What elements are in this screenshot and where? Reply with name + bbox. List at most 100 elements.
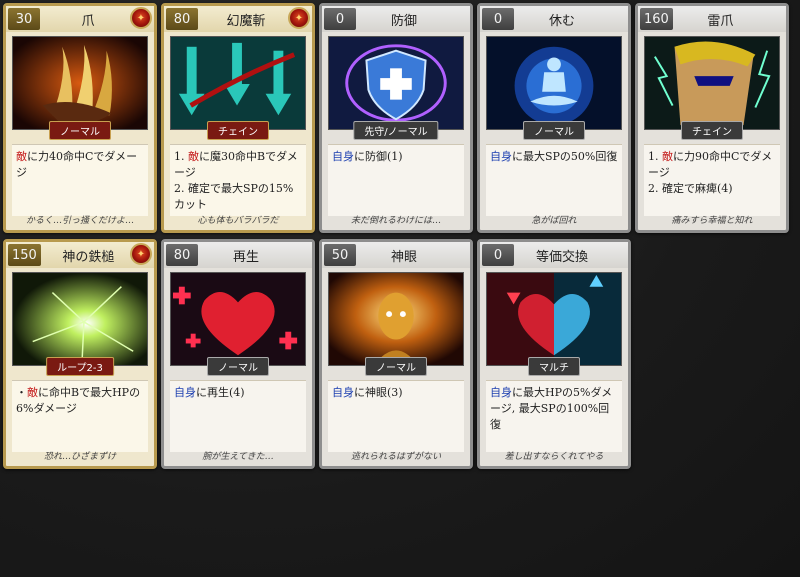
flavor-text: 急がば回れ (531, 216, 577, 226)
skill-card-equivalent-exchange[interactable]: 0 等価交換 マルチ 自身に最大HPの5%ダメージ, 最大SPの100%回復 差… (477, 239, 631, 469)
skill-type-tag: ノーマル (365, 357, 427, 376)
thunder-art (644, 36, 780, 130)
skill-type-tag: ノーマル (49, 121, 111, 140)
card-description: ・敵に命中Bで最大HPの6%ダメージ (12, 380, 148, 452)
desc-line: 自身に最大SPの50%回復 (490, 149, 618, 165)
effect-text: に力40命中Cでダメージ (16, 150, 138, 179)
desc-line: 敵に力40命中Cでダメージ (16, 149, 144, 181)
card-header: 0 等価交換 (480, 242, 628, 268)
effect-text: に最大SPの50%回復 (512, 150, 618, 163)
target-self: 自身 (490, 386, 512, 399)
card-header: 0 防御 (322, 6, 470, 32)
shield-art (328, 36, 464, 130)
meditation-art (486, 36, 622, 130)
emblem-icon: ✦ (130, 7, 152, 29)
skill-card-thunder-claw[interactable]: 160 雷爪 チェイン 1. 敵に力90命中Cでダメージ 2. 確定で麻痺(4)… (635, 3, 789, 233)
card-name: 雷爪 (707, 13, 734, 29)
target-self: 自身 (490, 150, 512, 163)
target-self: 自身 (174, 386, 196, 399)
cost-badge: 50 (324, 244, 356, 266)
effect-text: 2. 確定で麻痺(4) (648, 182, 733, 195)
skill-type-tag: チェイン (681, 121, 743, 140)
card-grid: 30 爪 ✦ ノーマル 敵に力40命中Cでダメージ かるく…引っ掻くだけよ… 8… (3, 3, 797, 473)
skill-card-regenerate[interactable]: 80 再生 ノーマル 自身に再生(4) 腕が生えてきた… (161, 239, 315, 469)
desc-line: 2. 確定で最大SPの15%カット (174, 181, 302, 213)
target-self: 自身 (332, 386, 354, 399)
desc-line: 自身に最大HPの5%ダメージ, 最大SPの100%回復 (490, 385, 618, 433)
flavor-text: 差し出すならくれてやる (504, 452, 604, 462)
hammer-art (12, 272, 148, 366)
card-name: 防御 (390, 13, 417, 29)
cost-badge: 160 (640, 8, 673, 30)
skill-card-rest[interactable]: 0 休む ノーマル 自身に最大SPの50%回復 急がば回れ (477, 3, 631, 233)
card-description: 自身に最大HPの5%ダメージ, 最大SPの100%回復 (486, 380, 622, 452)
flavor-text: 腕が生えてきた… (202, 452, 274, 462)
card-name: 休む (548, 13, 575, 29)
desc-line: 2. 確定で麻痺(4) (648, 181, 776, 197)
emblem-icon: ✦ (130, 243, 152, 265)
cost-badge: 0 (324, 8, 356, 30)
skill-type-tag: ループ2-3 (46, 357, 114, 376)
eye-art (328, 272, 464, 366)
effect-text: に再生(4) (196, 386, 245, 399)
desc-line: 自身に再生(4) (174, 385, 302, 401)
desc-line: 1. 敵に魔30命中Bでダメージ (174, 149, 302, 181)
card-description: 自身に神眼(3) (328, 380, 464, 452)
skill-card-phantom-slash[interactable]: 80 幻魔斬 ✦ チェイン 1. 敵に魔30命中Bでダメージ 2. 確定で最大S… (161, 3, 315, 233)
card-description: 1. 敵に魔30命中Bでダメージ 2. 確定で最大SPの15%カット (170, 144, 306, 216)
target-self: 自身 (332, 150, 354, 163)
flavor-text: 恐れ…ひざまずけ (43, 452, 116, 462)
card-description: 自身に防御(1) (328, 144, 464, 216)
cost-badge: 150 (8, 244, 41, 266)
flavor-text: かるく…引っ掻くだけよ… (25, 216, 134, 226)
card-header: 80 再生 (164, 242, 312, 268)
target-enemy: 敵 (16, 150, 27, 163)
flavor-text: 心も体もバラバラだ (197, 216, 279, 226)
skill-card-claw[interactable]: 30 爪 ✦ ノーマル 敵に力40命中Cでダメージ かるく…引っ掻くだけよ… (3, 3, 157, 233)
card-description: 1. 敵に力90命中Cでダメージ 2. 確定で麻痺(4) (644, 144, 780, 216)
effect-text: に防御(1) (354, 150, 403, 163)
desc-line: 自身に神眼(3) (332, 385, 460, 401)
claw-art (12, 36, 148, 130)
cost-badge: 30 (8, 8, 40, 30)
effect-text: に神眼(3) (354, 386, 403, 399)
card-name: 等価交換 (535, 249, 588, 265)
skill-type-tag: マルチ (528, 357, 580, 376)
flavor-text: 未だ倒れるわけには… (350, 216, 441, 226)
list-number: 1. (648, 150, 662, 163)
skill-type-tag: チェイン (207, 121, 269, 140)
card-description: 自身に最大SPの50%回復 (486, 144, 622, 216)
target-enemy: 敵 (662, 150, 673, 163)
target-enemy: 敵 (188, 150, 199, 163)
skill-card-divine-hammer[interactable]: 150 神の鉄槌 ✦ ループ2-3 ・敵に命中Bで最大HPの6%ダメージ 恐れ…… (3, 239, 157, 469)
card-description: 自身に再生(4) (170, 380, 306, 452)
card-header: 50 神眼 (322, 242, 470, 268)
cost-badge: 0 (482, 244, 514, 266)
skill-type-tag: ノーマル (523, 121, 585, 140)
target-enemy: 敵 (27, 386, 38, 399)
skill-type-tag: ノーマル (207, 357, 269, 376)
bullet: ・ (16, 386, 27, 399)
card-header: 160 雷爪 (638, 6, 786, 32)
skill-card-defend[interactable]: 0 防御 先守/ノーマル 自身に防御(1) 未だ倒れるわけには… (319, 3, 473, 233)
effect-text: 2. 確定で最大SPの15%カット (174, 182, 294, 211)
exchange-art (486, 272, 622, 366)
card-description: 敵に力40命中Cでダメージ (12, 144, 148, 216)
skill-card-divine-eye[interactable]: 50 神眼 ノーマル 自身に神眼(3) 逃れられるはずがない (319, 239, 473, 469)
slash-art (170, 36, 306, 130)
desc-line: 1. 敵に力90命中Cでダメージ (648, 149, 776, 181)
heart-art (170, 272, 306, 366)
flavor-text: 痛みすら幸福と知れ (671, 216, 753, 226)
card-name: 神眼 (390, 249, 417, 265)
cost-badge: 0 (482, 8, 514, 30)
cost-badge: 80 (166, 8, 198, 30)
card-name: 再生 (232, 249, 259, 265)
flavor-text: 逃れられるはずがない (350, 452, 441, 462)
desc-line: 自身に防御(1) (332, 149, 460, 165)
list-number: 1. (174, 150, 188, 163)
emblem-icon: ✦ (288, 7, 310, 29)
card-header: 0 休む (480, 6, 628, 32)
skill-type-tag: 先守/ノーマル (353, 121, 439, 140)
desc-line: ・敵に命中Bで最大HPの6%ダメージ (16, 385, 144, 417)
cost-badge: 80 (166, 244, 198, 266)
